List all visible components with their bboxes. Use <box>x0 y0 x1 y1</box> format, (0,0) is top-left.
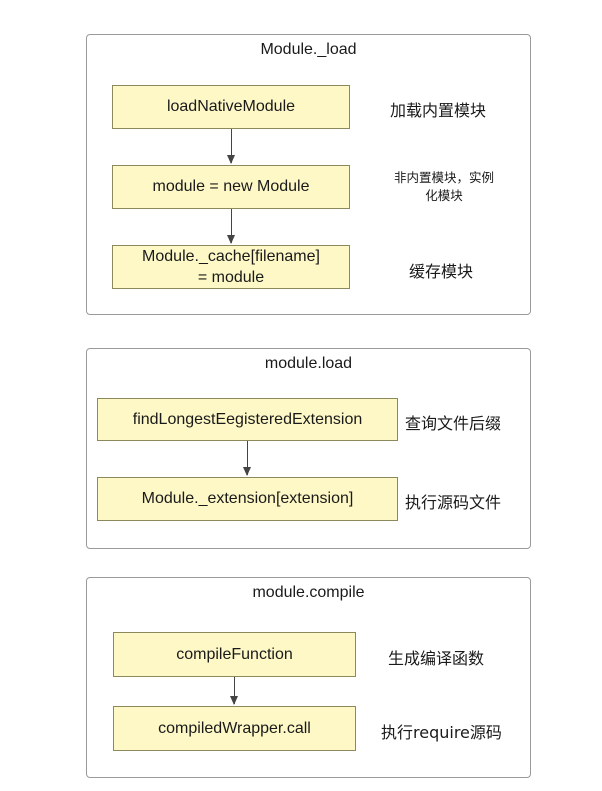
node-module-extension: Module._extension[extension] <box>97 477 398 521</box>
node-load-native-module: loadNativeModule <box>112 85 350 129</box>
group-title: module.load <box>264 355 353 372</box>
arrow <box>230 677 238 705</box>
node-new-module: module = new Module <box>112 165 350 209</box>
group-title: module.compile <box>252 584 365 601</box>
group-title: Module._load <box>260 41 357 58</box>
note-execute-require-source: 执行require源码 <box>381 723 502 742</box>
arrow <box>227 209 235 244</box>
note-generate-compile-function: 生成编译函数 <box>388 649 485 668</box>
note-query-suffix: 查询文件后缀 <box>405 414 502 433</box>
arrow <box>243 441 251 476</box>
note-cache-module: 缓存模块 <box>409 262 474 281</box>
node-find-extension: findLongestEegisteredExtension <box>97 398 398 441</box>
note-instantiate-module: 非内置模块，实例 化模块 <box>393 170 494 203</box>
note-execute-source: 执行源码文件 <box>405 493 502 512</box>
node-compile-function: compileFunction <box>113 632 356 677</box>
node-compiled-wrapper-call: compiledWrapper.call <box>113 706 356 751</box>
note-load-builtin: 加载内置模块 <box>390 101 487 120</box>
arrow <box>227 129 235 164</box>
node-module-cache: Module._cache[filename] = module <box>112 245 350 289</box>
